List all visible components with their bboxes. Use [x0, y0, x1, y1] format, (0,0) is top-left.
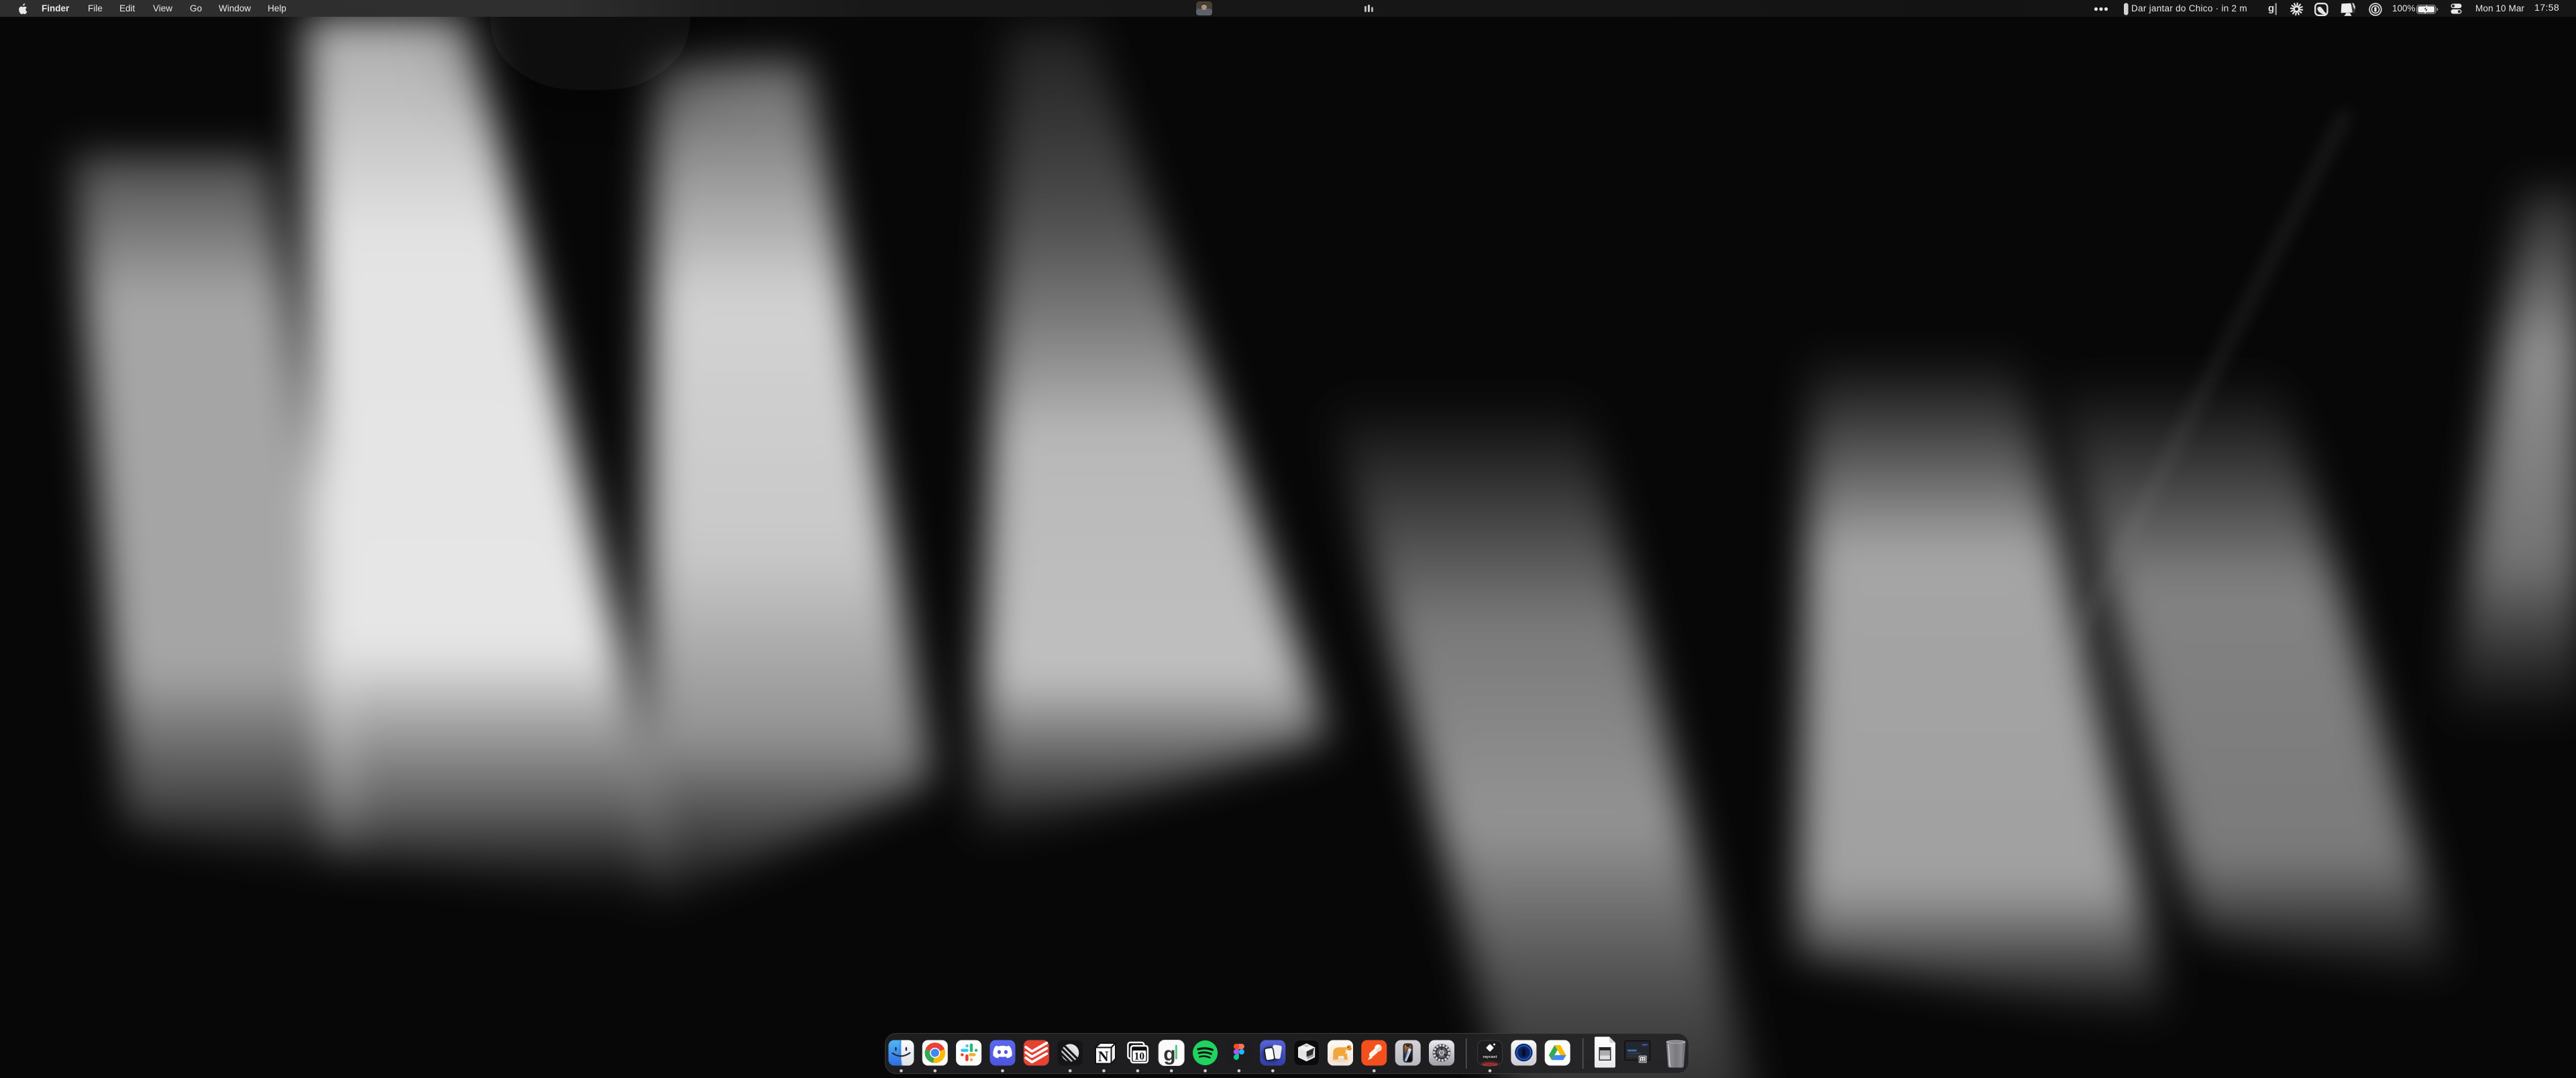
svg-text:g: g — [1163, 1043, 1175, 1065]
svg-text:N: N — [1098, 1048, 1109, 1065]
svg-text:raycast: raycast — [1483, 1055, 1497, 1059]
svg-text:10: 10 — [1134, 1050, 1145, 1062]
svg-text:11: 11 — [1641, 1059, 1646, 1063]
